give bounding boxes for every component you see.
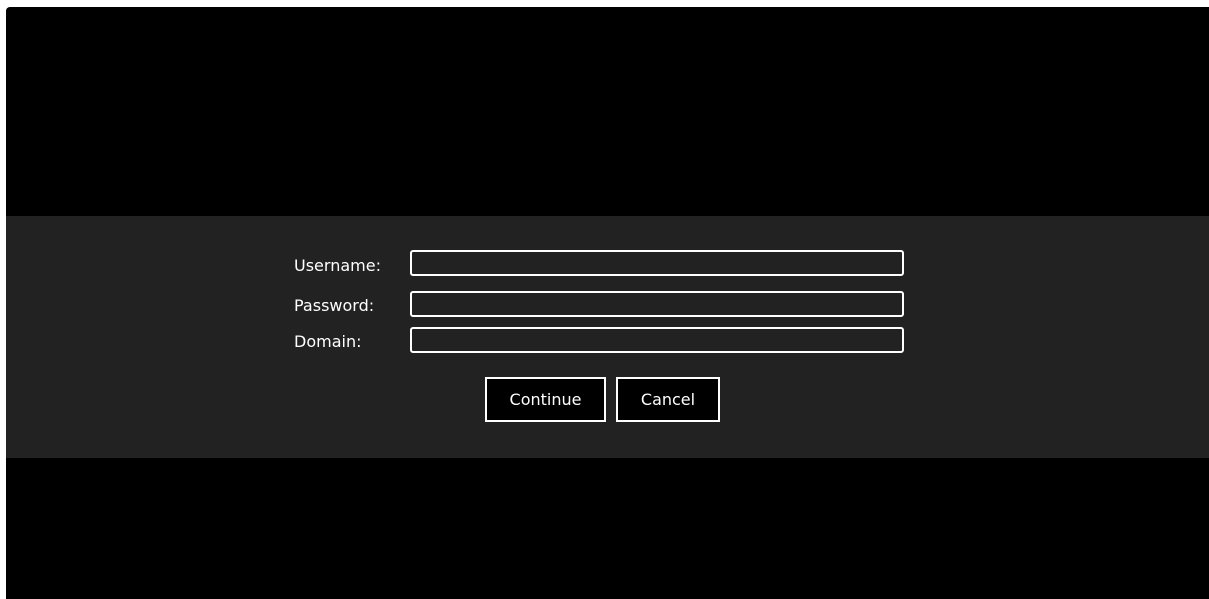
login-form: Username: Password: Domain: Continue Can… — [6, 216, 1209, 458]
password-input[interactable] — [410, 291, 904, 317]
login-form-panel: Username: Password: Domain: Continue Can… — [6, 216, 1209, 458]
continue-button[interactable]: Continue — [485, 377, 606, 422]
domain-input[interactable] — [410, 327, 904, 353]
login-screen: Username: Password: Domain: Continue Can… — [6, 7, 1209, 599]
domain-label: Domain: — [294, 332, 362, 351]
username-label: Username: — [294, 256, 381, 275]
cancel-button[interactable]: Cancel — [616, 377, 720, 422]
password-label: Password: — [294, 296, 375, 315]
username-input[interactable] — [410, 250, 904, 276]
